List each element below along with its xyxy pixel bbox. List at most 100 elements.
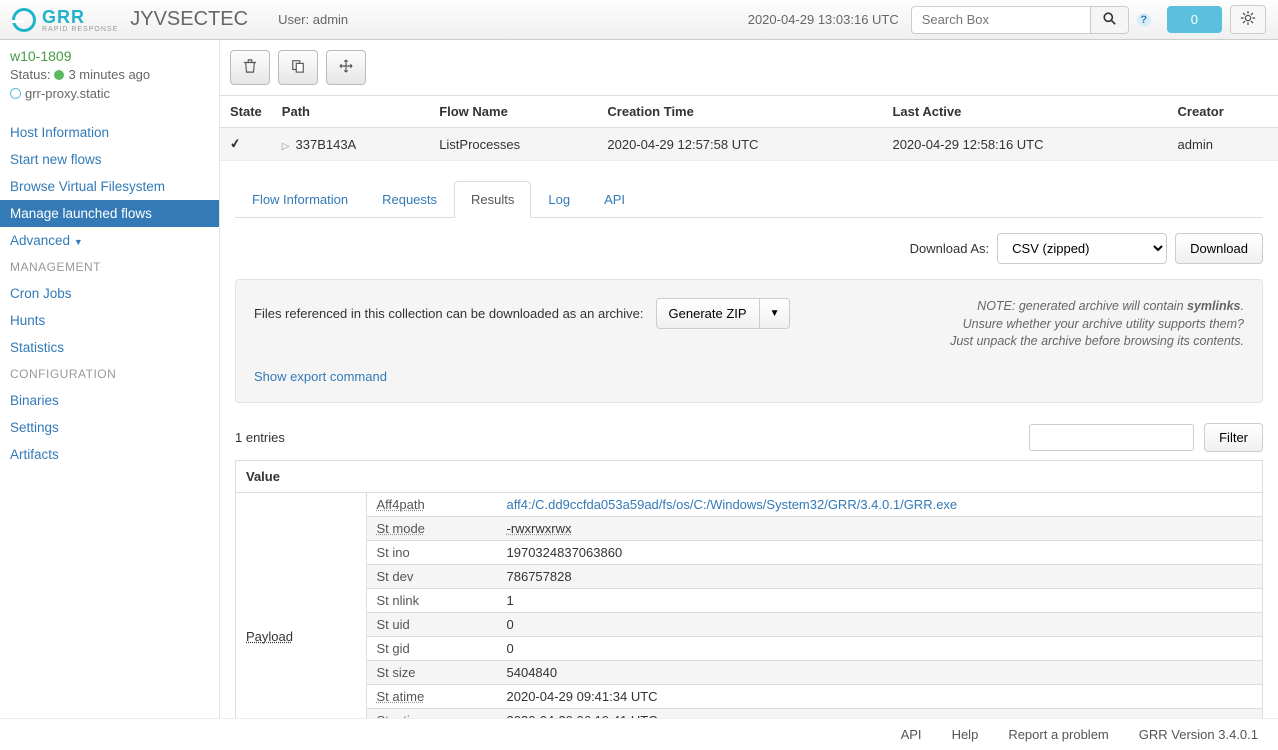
client-host: grr-proxy.static (10, 86, 209, 101)
kv-stnlink-key: St nlink (367, 588, 497, 612)
filter-button[interactable]: Filter (1204, 423, 1263, 452)
sidebar-item-browse-vfs[interactable]: Browse Virtual Filesystem (0, 173, 219, 200)
footer-version: GRR Version 3.4.0.1 (1139, 727, 1258, 742)
copy-icon (291, 59, 305, 73)
flow-name: ListProcesses (429, 128, 597, 161)
footer-api-link[interactable]: API (901, 727, 922, 742)
notifications-button[interactable]: 0 (1167, 6, 1222, 33)
logo-icon (12, 8, 36, 32)
entries-count: 1 entries (235, 430, 285, 445)
client-host-text: grr-proxy.static (25, 86, 110, 101)
tab-api[interactable]: API (587, 181, 642, 218)
generate-zip-button[interactable]: Generate ZIP (656, 298, 760, 329)
logo-text: GRR (42, 7, 118, 28)
tab-requests[interactable]: Requests (365, 181, 454, 218)
client-name[interactable]: w10-1809 (10, 48, 209, 64)
tab-log[interactable]: Log (531, 181, 587, 218)
col-path[interactable]: Path (272, 96, 429, 128)
status-time: 3 minutes ago (68, 67, 150, 82)
search-icon (1103, 12, 1116, 25)
kv-stuid-key: St uid (367, 612, 497, 636)
toolbar (220, 40, 1278, 95)
settings-button[interactable] (1230, 5, 1266, 34)
generate-zip-dropdown[interactable]: ▼ (760, 298, 791, 329)
sidebar-header-configuration: CONFIGURATION (0, 361, 219, 387)
flow-path: 337B143A (296, 137, 357, 152)
flows-table: State Path Flow Name Creation Time Last … (220, 95, 1278, 161)
caret-down-icon: ▼ (770, 308, 780, 319)
download-format-select[interactable]: CSV (zipped) (997, 233, 1167, 264)
sidebar-item-binaries[interactable]: Binaries (0, 387, 219, 414)
payload-label: Payload (236, 493, 366, 721)
payload-kv-table: Aff4pathaff4:/C.dd9ccfda053a59ad/fs/os/C… (367, 493, 1263, 721)
archive-note: NOTE: generated archive will contain sym… (950, 298, 1244, 351)
kv-stuid-value: 0 (497, 612, 1263, 636)
app-header: GRR RAPID RESPONSE JYVSECTEC User: admin… (0, 0, 1278, 40)
search-button[interactable] (1091, 6, 1129, 34)
sidebar-item-manage-flows[interactable]: Manage launched flows (0, 200, 219, 227)
sidebar-item-cron-jobs[interactable]: Cron Jobs (0, 280, 219, 307)
kv-statime-key: St atime (367, 684, 497, 708)
col-last-active[interactable]: Last Active (882, 96, 1167, 128)
sidebar-item-settings[interactable]: Settings (0, 414, 219, 441)
filter-input[interactable] (1029, 424, 1194, 451)
col-value: Value (236, 460, 1263, 492)
flow-creation: 2020-04-29 12:57:58 UTC (597, 128, 882, 161)
sidebar-item-artifacts[interactable]: Artifacts (0, 441, 219, 468)
archive-box: Files referenced in this collection can … (235, 279, 1263, 403)
sidebar: w10-1809 Status: 3 minutes ago grr-proxy… (0, 40, 220, 720)
expand-icon[interactable]: ▷ (282, 141, 290, 152)
trash-icon (243, 59, 257, 73)
caret-down-icon: ▼ (74, 237, 83, 247)
sidebar-item-advanced[interactable]: Advanced ▼ (0, 227, 219, 254)
flow-tabs: Flow Information Requests Results Log AP… (235, 181, 1263, 218)
col-creator[interactable]: Creator (1168, 96, 1278, 128)
header-timestamp: 2020-04-29 13:03:16 UTC (748, 12, 899, 27)
sidebar-item-start-flows[interactable]: Start new flows (0, 146, 219, 173)
kv-stnlink-value: 1 (497, 588, 1263, 612)
show-export-command-link[interactable]: Show export command (254, 369, 387, 384)
flow-row[interactable]: ✔ ▷337B143A ListProcesses 2020-04-29 12:… (220, 128, 1278, 161)
delete-button[interactable] (230, 50, 270, 85)
footer: API Help Report a problem GRR Version 3.… (0, 718, 1278, 750)
search-input[interactable] (911, 6, 1091, 34)
archive-text: Files referenced in this collection can … (254, 306, 644, 321)
gear-icon (1241, 11, 1255, 25)
sidebar-item-statistics[interactable]: Statistics (0, 334, 219, 361)
kv-stmode-key: St mode (367, 516, 497, 540)
flow-last-active: 2020-04-29 12:58:16 UTC (882, 128, 1167, 161)
kv-stsize-key: St size (367, 660, 497, 684)
help-icon[interactable]: ? (1137, 13, 1151, 27)
sidebar-item-hunts[interactable]: Hunts (0, 307, 219, 334)
col-creation[interactable]: Creation Time (597, 96, 882, 128)
move-icon (339, 59, 353, 73)
sidebar-header-management: MANAGEMENT (0, 254, 219, 280)
kv-aff4path-value[interactable]: aff4:/C.dd9ccfda053a59ad/fs/os/C:/Window… (497, 493, 1263, 517)
logo[interactable]: GRR RAPID RESPONSE (12, 7, 118, 33)
download-button[interactable]: Download (1175, 233, 1263, 264)
kv-stdev-value: 786757828 (497, 564, 1263, 588)
footer-help-link[interactable]: Help (952, 727, 979, 742)
status-dot-icon (54, 70, 64, 80)
tab-results[interactable]: Results (454, 181, 531, 218)
footer-report-link[interactable]: Report a problem (1008, 727, 1108, 742)
kv-stsize-value: 5404840 (497, 660, 1263, 684)
result-row: Payload Aff4pathaff4:/C.dd9ccfda053a59ad… (236, 492, 1263, 720)
col-flow-name[interactable]: Flow Name (429, 96, 597, 128)
download-label: Download As: (910, 241, 990, 256)
client-status: Status: 3 minutes ago (10, 67, 209, 82)
col-state[interactable]: State (220, 96, 272, 128)
kv-stgid-key: St gid (367, 636, 497, 660)
tab-flow-information[interactable]: Flow Information (235, 181, 365, 218)
download-row: Download As: CSV (zipped) Download (235, 233, 1263, 264)
move-button[interactable] (326, 50, 366, 85)
kv-stino-key: St ino (367, 540, 497, 564)
kv-stmode-value: -rwxrwxrwx (497, 516, 1263, 540)
results-table: Value Payload Aff4pathaff4:/C.dd9ccfda05… (235, 460, 1263, 721)
client-info: w10-1809 Status: 3 minutes ago grr-proxy… (0, 40, 219, 109)
globe-icon (10, 88, 21, 99)
kv-stino-value: 1970324837063860 (497, 540, 1263, 564)
main-content: State Path Flow Name Creation Time Last … (220, 40, 1278, 720)
copy-button[interactable] (278, 50, 318, 85)
sidebar-item-host-info[interactable]: Host Information (0, 119, 219, 146)
